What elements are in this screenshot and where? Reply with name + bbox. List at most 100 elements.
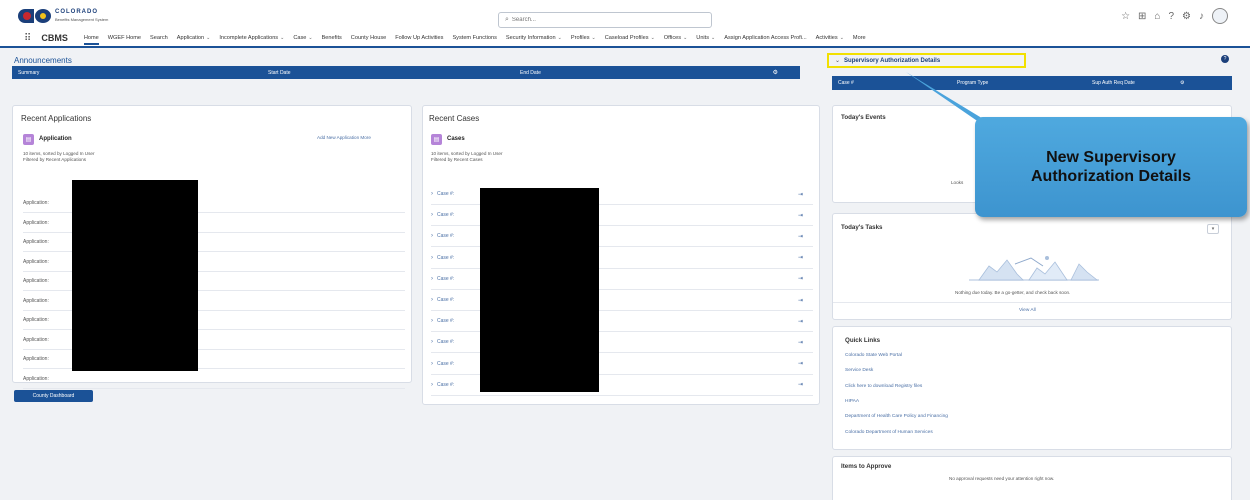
nav-item-search[interactable]: Search: [150, 35, 168, 41]
favorites-star-icon[interactable]: ☆: [1121, 11, 1130, 22]
nav-item-profiles[interactable]: Profiles ⌄: [571, 35, 596, 41]
chevron-down-icon[interactable]: ⌄: [308, 35, 312, 41]
nav-item-label: Activities: [815, 35, 838, 41]
chevron-right-icon[interactable]: ›: [431, 318, 433, 324]
nav-item-activities[interactable]: Activities ⌄: [816, 35, 844, 41]
chevron-down-icon[interactable]: ⌄: [592, 35, 596, 41]
nav-item-benefits[interactable]: Benefits: [322, 35, 342, 41]
chevron-right-icon[interactable]: ›: [431, 276, 433, 282]
items-to-approve-message: No approval requests need your attention…: [949, 476, 1055, 481]
chevron-right-icon[interactable]: ›: [431, 255, 433, 261]
add-new-application-link[interactable]: Add New Application More: [317, 135, 371, 140]
chevron-right-icon[interactable]: ›: [431, 297, 433, 303]
header-utility-icons: ☆ ⊞ ⌂ ? ⚙ ♪: [1121, 8, 1228, 24]
chevron-down-icon[interactable]: ⌄: [558, 35, 562, 41]
case-row-label[interactable]: Case #:: [437, 212, 454, 218]
nav-item-case[interactable]: Case ⌄: [293, 35, 312, 41]
chevron-down-icon[interactable]: ⌄: [651, 35, 655, 41]
trailhead-icon[interactable]: ⌂: [1154, 11, 1160, 22]
chevron-down-icon[interactable]: ⌄: [840, 35, 844, 41]
app-launcher-icon[interactable]: ⠿: [24, 33, 31, 44]
chevron-down-icon[interactable]: ⌄: [683, 35, 687, 41]
chevron-down-icon[interactable]: ⌄: [206, 35, 210, 41]
col-case-number[interactable]: Case #: [838, 80, 854, 86]
quick-link[interactable]: Click here to download Registry files: [845, 384, 922, 389]
global-search[interactable]: ⌕: [498, 12, 712, 28]
quick-link[interactable]: Colorado State Web Portal: [845, 353, 902, 358]
open-case-icon[interactable]: ⇥: [798, 212, 803, 219]
nav-item-caseload-profiles[interactable]: Caseload Profiles ⌄: [605, 35, 655, 41]
open-case-icon[interactable]: ⇥: [798, 233, 803, 240]
col-program-type[interactable]: Program Type: [957, 80, 988, 86]
column-settings-icon[interactable]: ⚙: [773, 69, 778, 76]
nav-item-system-functions[interactable]: System Functions: [452, 35, 496, 41]
quick-link[interactable]: HIPAA: [845, 399, 859, 404]
col-end-date[interactable]: End Date: [520, 70, 541, 76]
quick-link[interactable]: Colorado Department of Human Services: [845, 430, 933, 435]
col-start-date[interactable]: Start Date: [268, 70, 291, 76]
case-row-label[interactable]: Case #:: [437, 339, 454, 345]
chevron-right-icon[interactable]: ›: [431, 191, 433, 197]
chevron-down-icon[interactable]: ⌄: [280, 35, 284, 41]
nav-item-county-house[interactable]: County House: [351, 35, 386, 41]
nav-item-security-information[interactable]: Security Information ⌄: [506, 35, 562, 41]
case-row-label[interactable]: Case #:: [437, 382, 454, 388]
application-row-label: Application:: [23, 278, 49, 284]
open-case-icon[interactable]: ⇥: [798, 275, 803, 282]
nav-item-wgef-home[interactable]: WGEF Home: [108, 35, 141, 41]
open-case-icon[interactable]: ⇥: [798, 191, 803, 198]
supervisory-auth-title-box[interactable]: ⌄ Supervisory Authorization Details: [827, 53, 1026, 68]
nav-item-incomplete-applications[interactable]: Incomplete Applications ⌄: [219, 35, 284, 41]
open-case-icon[interactable]: ⇥: [798, 254, 803, 261]
global-actions-icon[interactable]: ⊞: [1138, 11, 1146, 22]
chevron-right-icon[interactable]: ›: [431, 233, 433, 239]
case-row-label[interactable]: Case #:: [437, 318, 454, 324]
case-row-label[interactable]: Case #:: [437, 233, 454, 239]
case-row-label[interactable]: Case #:: [437, 255, 454, 261]
quick-link[interactable]: Department of Health Care Policy and Fin…: [845, 414, 948, 419]
nav-item-offices[interactable]: Offices ⌄: [664, 35, 688, 41]
case-row-label[interactable]: Case #:: [437, 361, 454, 367]
chevron-right-icon[interactable]: ›: [431, 212, 433, 218]
bell-icon[interactable]: ♪: [1199, 11, 1204, 22]
open-case-icon[interactable]: ⇥: [798, 360, 803, 367]
nav-item-label: WGEF Home: [107, 35, 142, 41]
application-object-icon: ▤: [23, 134, 34, 145]
col-summary[interactable]: Summary: [18, 70, 39, 76]
application-label[interactable]: Application: [39, 136, 72, 142]
case-row-label[interactable]: Case #:: [437, 191, 454, 197]
todays-tasks-card: Today's Tasks ▾ Nothing due today. Be a …: [832, 213, 1232, 320]
quick-link[interactable]: Service Desk: [845, 368, 873, 373]
col-sup-auth-date[interactable]: Sup Auth Req Date: [1092, 80, 1135, 86]
gear-icon[interactable]: ⚙: [1182, 11, 1191, 22]
nav-item-label: Caseload Profiles: [604, 35, 649, 41]
open-case-icon[interactable]: ⇥: [798, 297, 803, 304]
case-row-label[interactable]: Case #:: [437, 276, 454, 282]
application-row[interactable]: Application:: [23, 370, 405, 389]
nav-item-follow-up-activities[interactable]: Follow Up Activities: [395, 35, 443, 41]
open-case-icon[interactable]: ⇥: [798, 318, 803, 325]
help-icon[interactable]: ?: [1168, 11, 1174, 22]
county-dashboard-button[interactable]: County Dashboard: [14, 390, 93, 402]
chevron-right-icon[interactable]: ›: [431, 361, 433, 367]
search-input[interactable]: [511, 17, 692, 23]
chevron-down-icon[interactable]: ⌄: [711, 35, 715, 41]
chevron-right-icon[interactable]: ›: [431, 339, 433, 345]
open-case-icon[interactable]: ⇥: [798, 381, 803, 388]
view-all-tasks-link[interactable]: View All: [1019, 308, 1036, 313]
colorado-logo[interactable]: COLORADO Benefits Management System: [18, 9, 108, 23]
help-icon[interactable]: ?: [1221, 55, 1229, 63]
open-case-icon[interactable]: ⇥: [798, 339, 803, 346]
case-row-label[interactable]: Case #:: [437, 297, 454, 303]
cases-label[interactable]: Cases: [447, 136, 465, 142]
nav-item-more[interactable]: More: [853, 35, 866, 41]
quick-links-title: Quick Links: [845, 337, 881, 344]
chevron-right-icon[interactable]: ›: [431, 382, 433, 388]
avatar[interactable]: [1212, 8, 1228, 24]
nav-item-application[interactable]: Application ⌄: [177, 35, 211, 41]
nav-item-units[interactable]: Units ⌄: [696, 35, 715, 41]
column-settings-icon[interactable]: ⚙: [1180, 80, 1184, 86]
nav-item-assign-application-access-profi[interactable]: Assign Application Access Profi...: [724, 35, 806, 41]
tasks-options-dropdown[interactable]: ▾: [1207, 224, 1219, 234]
nav-item-home[interactable]: Home: [83, 31, 99, 45]
